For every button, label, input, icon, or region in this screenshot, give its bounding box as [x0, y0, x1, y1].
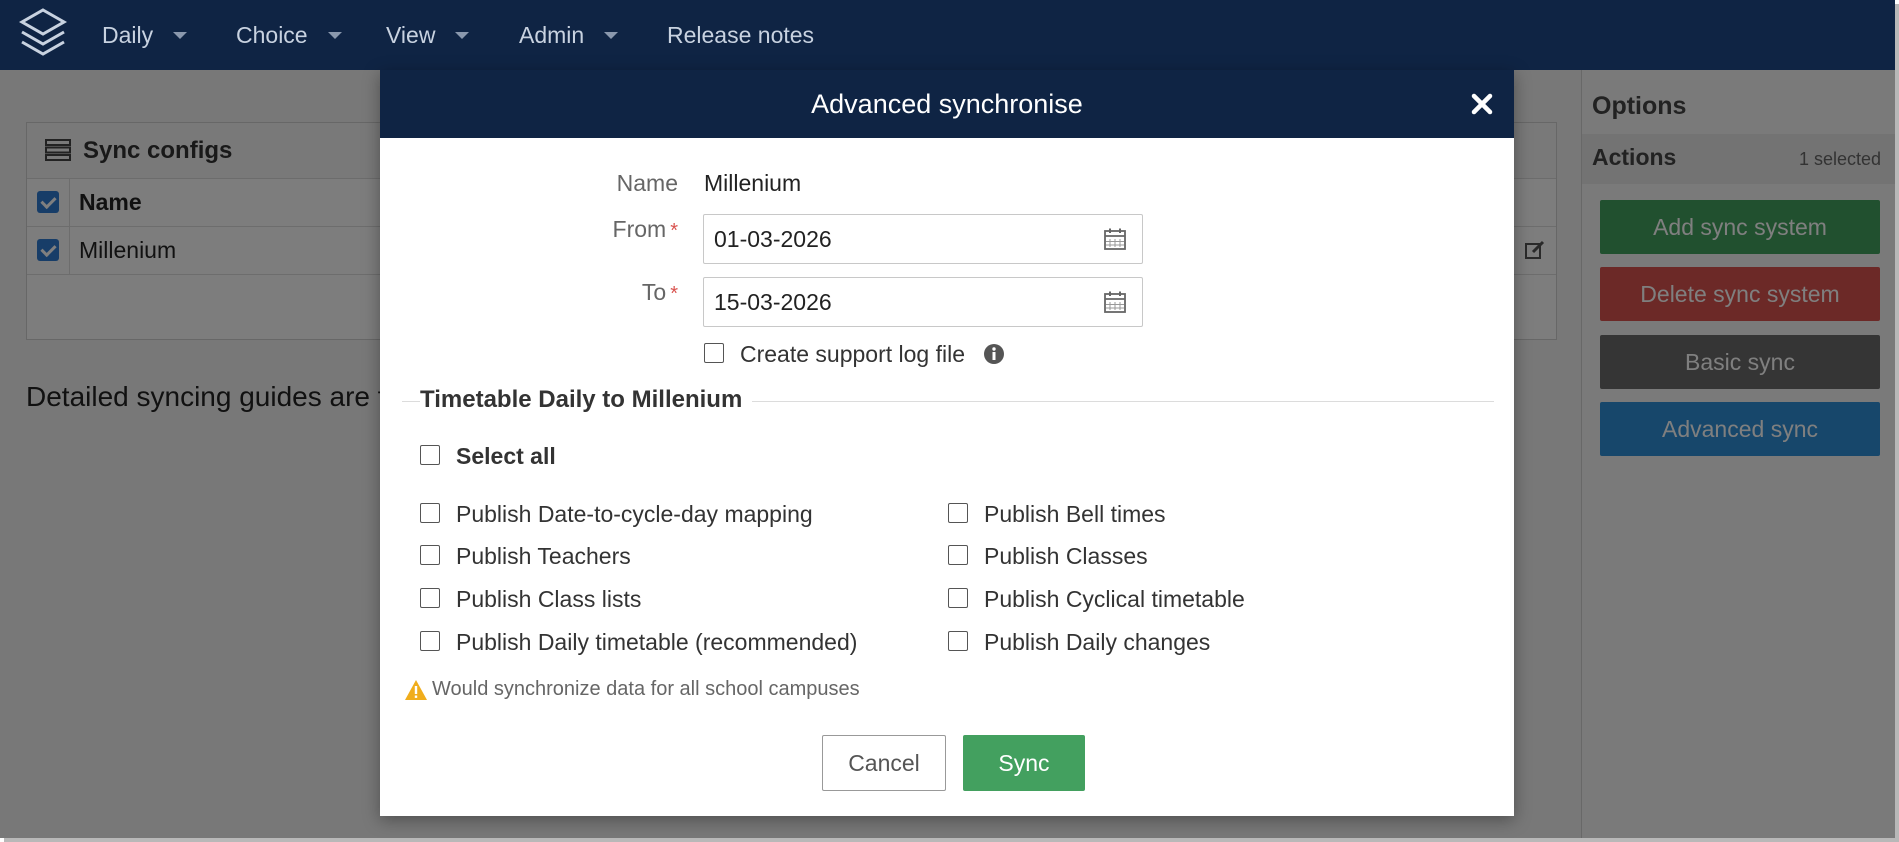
publish-class-lists-checkbox[interactable]	[420, 588, 440, 608]
publish-classes-label[interactable]: Publish Classes	[984, 543, 1148, 570]
required-marker: *	[670, 220, 678, 242]
to-date-field[interactable]	[703, 277, 1143, 327]
select-all-label[interactable]: Select all	[456, 443, 556, 470]
publish-date-mapping-checkbox[interactable]	[420, 503, 440, 523]
to-label: To *	[478, 279, 678, 306]
campus-warning: Would synchronize data for all school ca…	[404, 678, 860, 701]
publish-bell-times-label[interactable]: Publish Bell times	[984, 501, 1166, 528]
close-icon[interactable]	[1468, 90, 1496, 118]
from-label: From *	[478, 216, 678, 243]
publish-teachers-checkbox[interactable]	[420, 545, 440, 565]
window-shadow-right	[1895, 4, 1899, 842]
sync-button[interactable]: Sync	[963, 735, 1085, 791]
app-window: Daily Choice View Admin Release notes Sy…	[0, 0, 1895, 838]
publish-daily-changes-checkbox[interactable]	[948, 631, 968, 651]
calendar-icon[interactable]	[1103, 290, 1127, 314]
publish-class-lists-label[interactable]: Publish Class lists	[456, 586, 641, 613]
chevron-down-icon	[327, 31, 342, 39]
nav-menu-choice[interactable]: Choice	[236, 0, 342, 70]
support-log-label[interactable]: Create support log file	[740, 341, 965, 368]
nav-menu-daily-label: Daily	[102, 21, 154, 48]
publish-classes-checkbox[interactable]	[948, 545, 968, 565]
publish-bell-times-checkbox[interactable]	[948, 503, 968, 523]
chevron-down-icon	[604, 31, 619, 39]
publish-date-mapping-label[interactable]: Publish Date-to-cycle-day mapping	[456, 501, 813, 528]
advanced-synchronise-dialog: Advanced synchronise Name Millenium From…	[380, 70, 1514, 816]
dialog-header: Advanced synchronise	[380, 70, 1514, 138]
cancel-button[interactable]: Cancel	[822, 735, 946, 791]
nav-release-notes-label: Release notes	[667, 21, 815, 48]
top-navbar: Daily Choice View Admin Release notes	[0, 0, 1895, 70]
to-label-text: To	[641, 279, 667, 305]
window-shadow-bottom	[4, 838, 1899, 842]
name-label: Name	[616, 170, 678, 196]
support-log-checkbox[interactable]	[704, 343, 724, 363]
publish-daily-changes-label[interactable]: Publish Daily changes	[984, 629, 1210, 656]
nav-menu-choice-label: Choice	[236, 21, 308, 48]
publish-daily-timetable-checkbox[interactable]	[420, 631, 440, 651]
nav-menu-daily[interactable]: Daily	[102, 0, 188, 70]
nav-menu-admin-label: Admin	[519, 21, 585, 48]
dialog-title: Advanced synchronise	[811, 88, 1083, 119]
publish-teachers-label[interactable]: Publish Teachers	[456, 543, 631, 570]
publish-cyclical-timetable-checkbox[interactable]	[948, 588, 968, 608]
nav-menu-view[interactable]: View	[386, 0, 470, 70]
calendar-icon[interactable]	[1103, 227, 1127, 251]
nav-menu-admin[interactable]: Admin	[519, 0, 619, 70]
name-value: Millenium	[704, 170, 802, 196]
chevron-down-icon	[455, 31, 470, 39]
publish-cyclical-timetable-label[interactable]: Publish Cyclical timetable	[984, 586, 1245, 613]
info-icon[interactable]	[983, 343, 1005, 365]
chevron-down-icon	[173, 31, 188, 39]
campus-warning-text: Would synchronize data for all school ca…	[432, 678, 860, 700]
publish-daily-timetable-label[interactable]: Publish Daily timetable (recommended)	[456, 629, 857, 656]
nav-release-notes[interactable]: Release notes	[667, 0, 814, 70]
nav-menu-view-label: View	[386, 21, 436, 48]
app-logo-icon[interactable]	[18, 6, 68, 64]
required-marker: *	[670, 283, 678, 305]
warning-icon	[405, 679, 427, 700]
select-all-checkbox[interactable]	[420, 445, 440, 465]
from-label-text: From	[612, 216, 667, 242]
from-date-field[interactable]	[703, 214, 1143, 264]
section-title: Timetable Daily to Millenium	[420, 386, 753, 414]
